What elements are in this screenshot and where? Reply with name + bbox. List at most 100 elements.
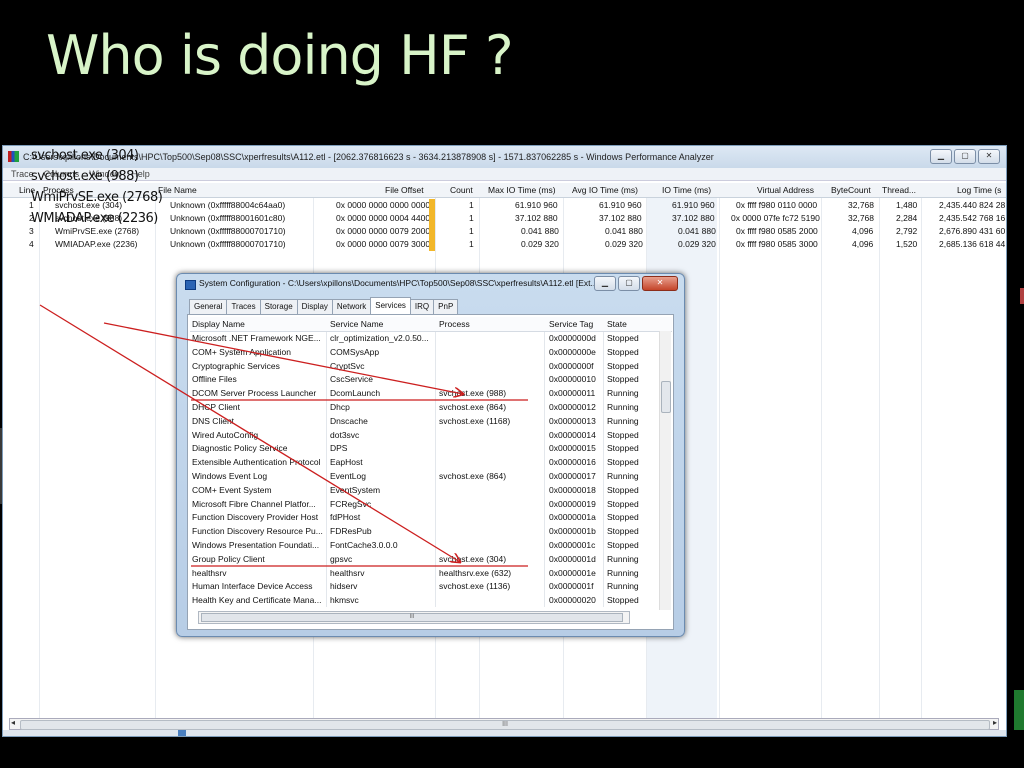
tab-network[interactable]: Network [331,299,372,314]
close-button[interactable]: ✕ [642,276,678,291]
cell-count: 1 [469,213,474,223]
table-row[interactable]: COM+ Event System EventSystem 0x00000018 St… [190,484,672,498]
cell-service-name: Dhcp [330,401,350,412]
cell-state: Stopped [607,526,639,537]
cell-service-name: dot3svc [330,429,360,440]
wpa-horizontal-scrollbar[interactable]: ◂ III ▸ [9,718,999,730]
col-header-avg-io-time[interactable]: Avg IO Time (ms) [572,183,638,197]
col-header-service-tag[interactable]: Service Tag [549,317,593,331]
io-bar [429,199,435,212]
scroll-right-icon[interactable]: ▸ [993,718,997,727]
col-header-service-name[interactable]: Service Name [330,317,383,331]
table-row[interactable]: DNS Client Dnscache svchost.exe (1168) 0x00… [190,415,672,429]
cell-log-time: 2,685.136 618 44 [939,239,1006,249]
tab-traces[interactable]: Traces [226,299,261,314]
io-bar [429,238,435,251]
cell-state: Stopped [607,498,639,509]
tab-pnp[interactable]: PnP [433,299,459,314]
cell-state: Stopped [607,443,639,454]
table-row[interactable]: Function Discovery Resource Pu... FDResPu… [190,525,672,539]
table-row[interactable]: Extensible Authentication Protocol EapHos… [190,456,672,470]
cell-max-io-time: 37.102 880 [515,213,558,223]
tab-services[interactable]: Services [370,297,411,314]
table-row[interactable]: Microsoft Fibre Channel Platfor... FCRegS… [190,498,672,512]
table-row[interactable]: Microsoft .NET Framework NGE... clr_optim… [190,332,672,346]
maximize-button[interactable]: ▢ [954,149,976,164]
table-row[interactable]: Windows Event Log EventLog svchost.exe (86… [190,470,672,484]
cell-state: Stopped [607,457,639,468]
col-header-process[interactable]: Process [439,317,470,331]
col-header-virtual-address[interactable]: Virtual Address [757,183,814,197]
table-row[interactable]: Wired AutoConfig dot3svc 0x00000014 Stopped [190,429,672,443]
table-row[interactable]: DHCP Client Dhcp svchost.exe (864) 0x000000… [190,401,672,415]
scroll-thumb[interactable]: III [201,613,623,622]
services-rows: Microsoft .NET Framework NGE... clr_optim… [190,332,672,608]
cell-file-offset: 0x 0000 0000 0079 2000 [336,226,431,236]
cell-display-name: Windows Presentation Foundati... [192,539,320,550]
cell-display-name: Windows Event Log [192,470,268,481]
table-row[interactable]: Diagnostic Policy Service DPS 0x00000015 St… [190,442,672,456]
col-header-display-name[interactable]: Display Name [192,317,245,331]
tab-irq[interactable]: IRQ [409,299,435,314]
table-row[interactable]: Windows Presentation Foundati... FontCach… [190,539,672,553]
col-header-state[interactable]: State [607,317,627,331]
cell-count: 1 [469,226,474,236]
col-header-bytecount[interactable]: ByteCount [831,183,871,197]
cell-process: svchost.exe (304) [439,553,507,564]
cell-service-name: FontCache3.0.0.0 [330,539,398,550]
cell-service-name: healthsrv [330,567,365,578]
tab-general[interactable]: General [189,299,228,314]
table-row[interactable]: COM+ System Application COMSysApp 0x000000… [190,346,672,360]
cell-file-name: Unknown (0xfffff88004c64aa0) [170,200,286,210]
maximize-button[interactable]: ▢ [618,276,640,291]
minimize-button[interactable]: ▁ [594,276,616,291]
cell-display-name: healthsrv [192,567,227,578]
cell-service-tag: 0x0000001f [549,581,594,592]
table-row[interactable]: Human Interface Device Access hidserv svch… [190,580,672,594]
cell-io-time: 0.041 880 [678,226,716,236]
cell-state: Running [607,415,639,426]
table-row[interactable]: 4 WMIADAP.exe (2236) Unknown (0xfffff880… [3,238,1006,251]
scroll-left-icon[interactable]: ◂ [11,718,15,727]
tab-display[interactable]: Display [296,299,333,314]
cell-file-name: Unknown (0xfffff88001601c80) [170,213,286,223]
scroll-thumb[interactable]: III [20,720,990,730]
cell-display-name: Microsoft Fibre Channel Platfor... [192,498,316,509]
cell-display-name: DCOM Server Process Launcher [192,388,317,399]
minimize-button[interactable]: ▁ [930,149,952,164]
table-row[interactable]: Health Key and Certificate Mana... hkmsvc… [190,594,672,608]
table-row[interactable]: Offline Files CscService 0x00000010 Stopped [190,373,672,387]
cell-display-name: Wired AutoConfig [192,429,259,440]
col-header-io-time[interactable]: IO Time (ms) [662,183,711,197]
cell-virtual-address: 0x ffff f980 0585 3000 [736,239,818,249]
cell-display-name: COM+ System Application [192,346,291,357]
cell-service-tag: 0x0000000f [549,360,594,371]
table-row[interactable]: healthsrv healthsrv healthsrv.exe (632) 0x0… [190,567,672,581]
col-header-file-offset[interactable]: File Offset [385,183,424,197]
cell-virtual-address: 0x ffff f980 0110 0000 [736,200,818,210]
cell-service-name: gpsvc [330,553,353,564]
table-row[interactable]: Group Policy Client gpsvc svchost.exe (304… [190,553,672,567]
cell-service-name: clr_optimization_v2.0.50... [330,333,429,343]
table-row[interactable]: DCOM Server Process Launcher DcomLaunch sv… [190,387,672,401]
table-row[interactable]: Function Discovery Provider Host fdPHost 0… [190,511,672,525]
col-header-count[interactable]: Count [450,183,473,197]
cell-io-time: 0.029 320 [678,239,716,249]
dialog-app-icon [185,280,196,290]
tab-storage[interactable]: Storage [259,299,298,314]
close-button[interactable]: ✕ [978,149,1000,164]
cell-state: Running [607,567,639,578]
col-header-thread[interactable]: Thread... [882,183,916,197]
services-vertical-scrollbar[interactable] [659,331,671,610]
col-header-log-time[interactable]: Log Time (s [957,183,1001,197]
cell-display-name: Microsoft .NET Framework NGE... [192,333,321,343]
col-header-max-io-time[interactable]: Max IO Time (ms) [488,183,556,197]
cell-state: Stopped [607,346,639,357]
table-row[interactable]: Cryptographic Services CryptSvc 0x0000000f… [190,360,672,374]
cell-service-tag: 0x0000001c [549,539,596,550]
scroll-thumb[interactable] [661,381,671,413]
cell-service-tag: 0x0000000e [549,346,596,357]
cell-service-name: hkmsvc [330,595,359,606]
services-horizontal-scrollbar[interactable]: III [198,611,630,624]
cell-service-name: EapHost [330,457,363,468]
